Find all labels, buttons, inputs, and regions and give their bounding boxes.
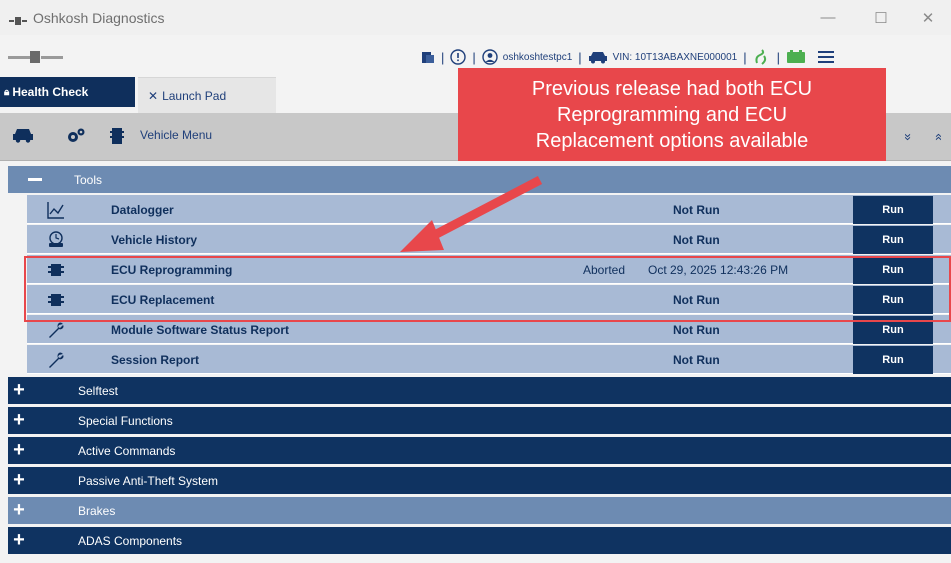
section-title: Active Commands <box>78 443 176 458</box>
section-title: Passive Anti-Theft System <box>78 473 219 488</box>
collapse-all-icon[interactable]: » <box>922 123 951 151</box>
toolbar-separator: | <box>441 49 445 65</box>
expand-icon[interactable]: + <box>8 407 30 434</box>
maximize-button[interactable]: ☐ <box>858 0 904 35</box>
toolbar-separator: | <box>578 49 582 65</box>
oshkosh-logo-icon <box>8 49 63 65</box>
tool-row-vehicle-history: Vehicle History Not Run Run <box>27 225 951 254</box>
lock-icon: 🔒︎ <box>4 86 10 98</box>
expand-icon[interactable]: + <box>8 497 30 524</box>
app-window: Oshkosh Diagnostics — ☐ ✕ | | oshkoshtes… <box>0 0 951 563</box>
vehicle-menu-label[interactable]: Vehicle Menu <box>140 128 212 142</box>
collapse-icon[interactable] <box>8 166 62 193</box>
tool-status: Not Run <box>673 353 720 367</box>
tool-name: Datalogger <box>111 203 174 217</box>
expand-all-icon[interactable]: » <box>894 123 924 151</box>
toolbar-separator: | <box>776 49 780 65</box>
expand-icon[interactable]: + <box>8 467 30 494</box>
connection-status-icon[interactable] <box>753 48 771 66</box>
callout-line: Reprogramming and ECU <box>556 104 788 126</box>
clipboard-icon[interactable] <box>421 50 435 64</box>
tool-status: Not Run <box>673 323 720 337</box>
tab-launch-pad[interactable]: ✕ Launch Pad <box>138 77 276 113</box>
tab-health-check[interactable]: 🔒︎ Health Check <box>0 77 135 107</box>
tool-name: Vehicle History <box>111 233 198 247</box>
section-brakes-header[interactable]: + Brakes <box>8 497 951 524</box>
tool-row-datalogger: Datalogger Not Run Run <box>27 195 951 224</box>
module-icon[interactable] <box>110 127 124 150</box>
minimize-button[interactable]: — <box>805 0 851 35</box>
vehicle-icon[interactable] <box>588 50 608 64</box>
ecu-highlight-box <box>24 256 951 322</box>
battery-icon[interactable] <box>786 50 806 64</box>
wrench-icon <box>47 321 65 339</box>
tool-name: Session Report <box>111 353 200 367</box>
section-title: Brakes <box>78 503 116 518</box>
window-title: Oshkosh Diagnostics <box>33 9 165 26</box>
tool-row-session-report: Session Report Not Run Run <box>27 345 951 374</box>
expand-icon[interactable]: + <box>8 437 30 464</box>
section-title: Selftest <box>78 383 119 398</box>
username: oshkoshtestpc1 <box>502 51 573 63</box>
user-icon[interactable] <box>482 49 498 65</box>
section-tools-header[interactable]: Tools <box>8 166 951 193</box>
section-selftest-header[interactable]: + Selftest <box>8 377 951 404</box>
section-passive-anti-theft-header[interactable]: + Passive Anti-Theft System <box>8 467 951 494</box>
collapse-controls: » » <box>895 113 951 161</box>
callout-line: Previous release had both ECU <box>531 78 813 100</box>
callout-line: Replacement options available <box>535 130 809 152</box>
section-title: Special Functions <box>78 413 173 428</box>
section-adas-components-header[interactable]: + ADAS Components <box>8 527 951 554</box>
section-title: Tools <box>74 172 103 187</box>
toolbar-separator: | <box>472 49 476 65</box>
vehicle-icon[interactable] <box>12 127 34 148</box>
tools-icon: ✕ <box>148 88 159 103</box>
tab-label: Health Check <box>12 85 89 99</box>
hamburger-menu-icon[interactable] <box>817 50 834 64</box>
expand-icon[interactable]: + <box>8 527 30 554</box>
tab-label: Launch Pad <box>162 88 227 103</box>
section-active-commands-header[interactable]: + Active Commands <box>8 437 951 464</box>
title-bar: Oshkosh Diagnostics — ☐ ✕ <box>0 0 951 35</box>
annotation-callout: Previous release had both ECU Reprogramm… <box>458 68 886 161</box>
wrench-icon <box>47 351 65 369</box>
tool-name: Module Software Status Report <box>111 323 290 337</box>
run-button[interactable]: Run <box>853 346 933 374</box>
vin-label: VIN: 10T13ABAXNE000001 <box>612 51 738 63</box>
tool-status: Not Run <box>673 233 720 247</box>
section-special-functions-header[interactable]: + Special Functions <box>8 407 951 434</box>
gears-icon[interactable] <box>66 127 86 150</box>
section-title: ADAS Components <box>78 533 183 548</box>
alert-icon[interactable] <box>450 49 467 65</box>
tool-status: Not Run <box>673 203 720 217</box>
app-logo-icon <box>9 13 27 25</box>
toolbar-separator: | <box>743 49 747 65</box>
close-button[interactable]: ✕ <box>905 0 951 35</box>
vehicle-history-icon <box>47 231 65 249</box>
run-button[interactable]: Run <box>853 226 933 254</box>
expand-icon[interactable]: + <box>8 377 30 404</box>
chart-icon <box>47 201 65 219</box>
run-button[interactable]: Run <box>853 196 933 224</box>
